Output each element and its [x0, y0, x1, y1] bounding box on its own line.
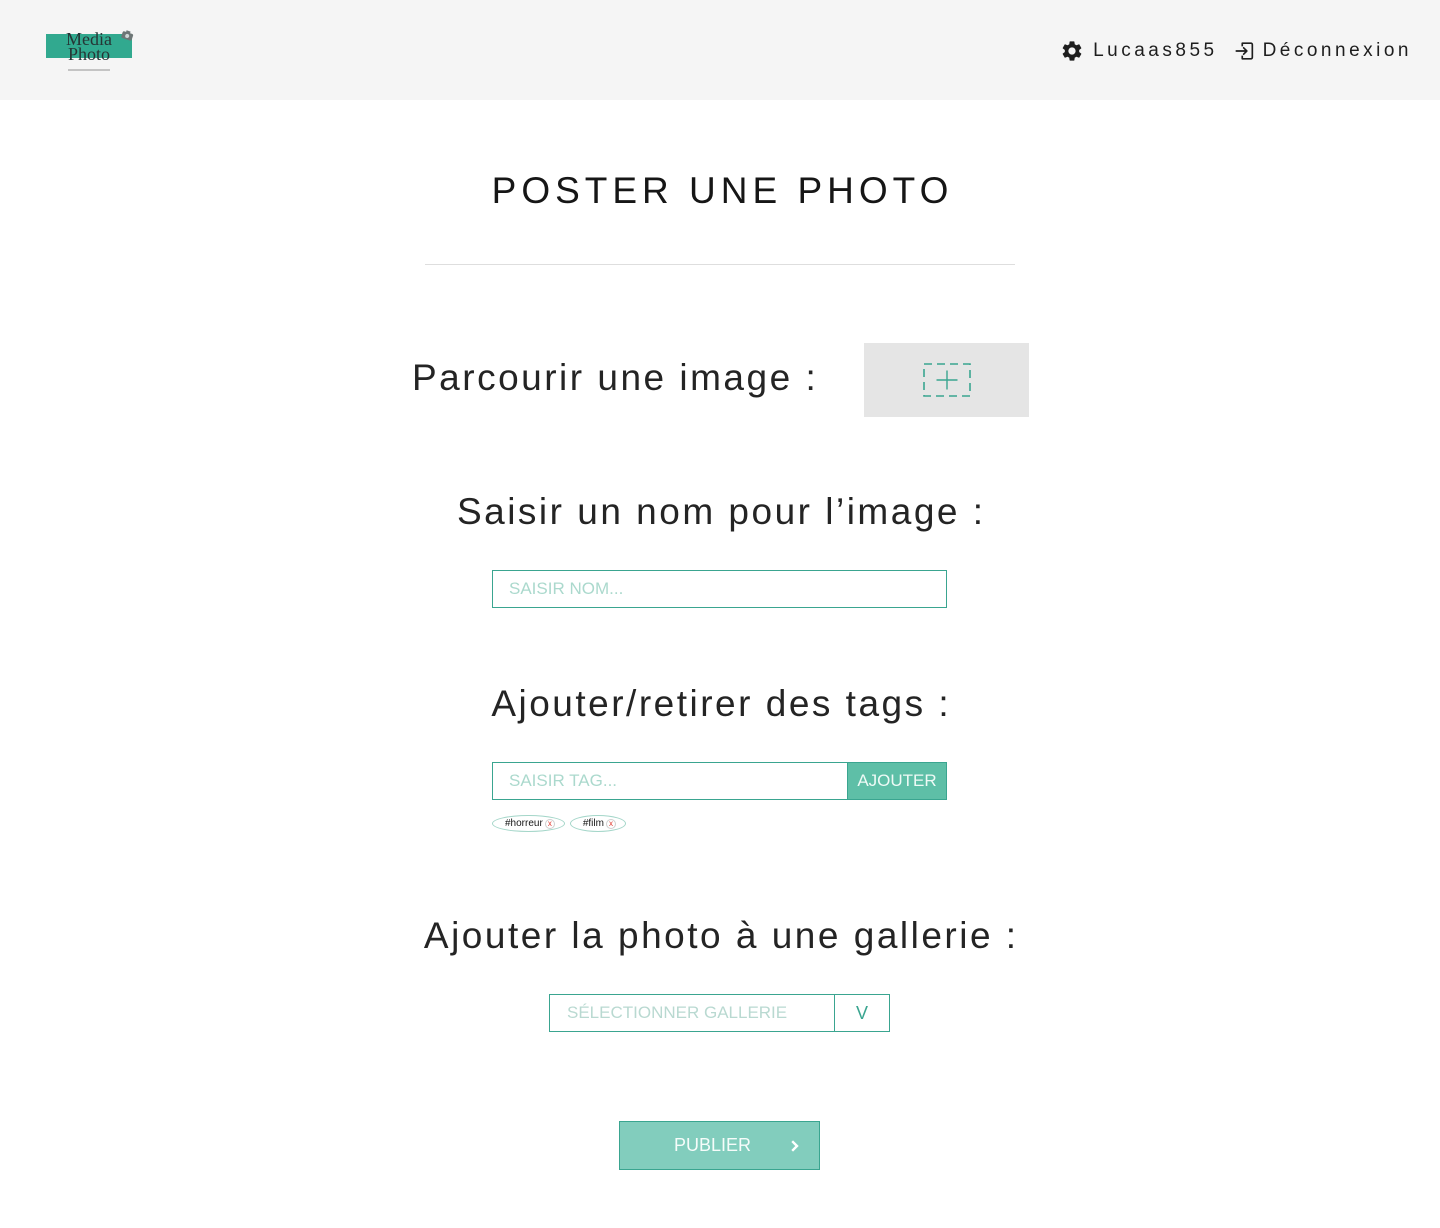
publish-label: PUBLIER — [674, 1135, 752, 1155]
post-photo-form: POSTER UNE PHOTO Parcourir une image : S… — [0, 100, 1440, 1228]
camera-icon — [121, 30, 134, 41]
tag-field: AJOUTER — [492, 762, 947, 800]
close-icon[interactable]: x — [605, 818, 616, 829]
tag-chip: #horreur x — [492, 815, 565, 832]
logout-icon[interactable] — [1234, 40, 1256, 62]
page-title: POSTER UNE PHOTO — [491, 170, 954, 211]
tag-chip: #film x — [569, 815, 626, 832]
name-field — [492, 570, 947, 608]
name-input[interactable] — [493, 571, 946, 607]
logo-word-photo: Photo — [67, 44, 110, 64]
logo-tagline — [68, 69, 110, 71]
settings-link[interactable]: Lucaas855 — [1060, 39, 1217, 63]
title-divider — [425, 264, 1015, 265]
add-tag-button[interactable]: AJOUTER — [847, 763, 946, 799]
close-icon[interactable]: x — [544, 818, 555, 829]
publish-button[interactable]: PUBLIER — [619, 1121, 820, 1170]
dropdown-toggle[interactable]: V — [834, 995, 889, 1031]
tags-label: Ajouter/retirer des tags : — [491, 683, 952, 724]
gallery-label: Ajouter la photo à une gallerie : — [423, 915, 1019, 956]
top-bar: Media Photo Lucaas855 Déconnexion — [0, 0, 1440, 100]
name-label: Saisir un nom pour l’image : — [456, 491, 986, 532]
logo[interactable]: Media Photo — [44, 28, 136, 74]
gear-icon[interactable] — [1060, 39, 1084, 63]
chevron-right-icon — [791, 1139, 799, 1152]
tag-input[interactable] — [493, 763, 847, 799]
upload-dropzone[interactable] — [864, 343, 1029, 417]
gallery-select[interactable]: SÉLECTIONNER GALLERIE V — [549, 994, 890, 1032]
upload-label: Parcourir une image : — [412, 357, 819, 398]
username: Lucaas855 — [1093, 40, 1218, 61]
logout-link[interactable]: Déconnexion — [1234, 39, 1412, 63]
add-image-icon[interactable] — [922, 363, 971, 397]
logout-label: Déconnexion — [1262, 40, 1412, 61]
user-menu: Lucaas855 Déconnexion — [1060, 38, 1412, 64]
tag-chip-label: #film — [582, 817, 604, 829]
gallery-select-value: SÉLECTIONNER GALLERIE — [567, 1003, 788, 1022]
tag-list: #horreur x #film x — [492, 815, 626, 832]
tag-chip-label: #horreur — [505, 817, 543, 829]
